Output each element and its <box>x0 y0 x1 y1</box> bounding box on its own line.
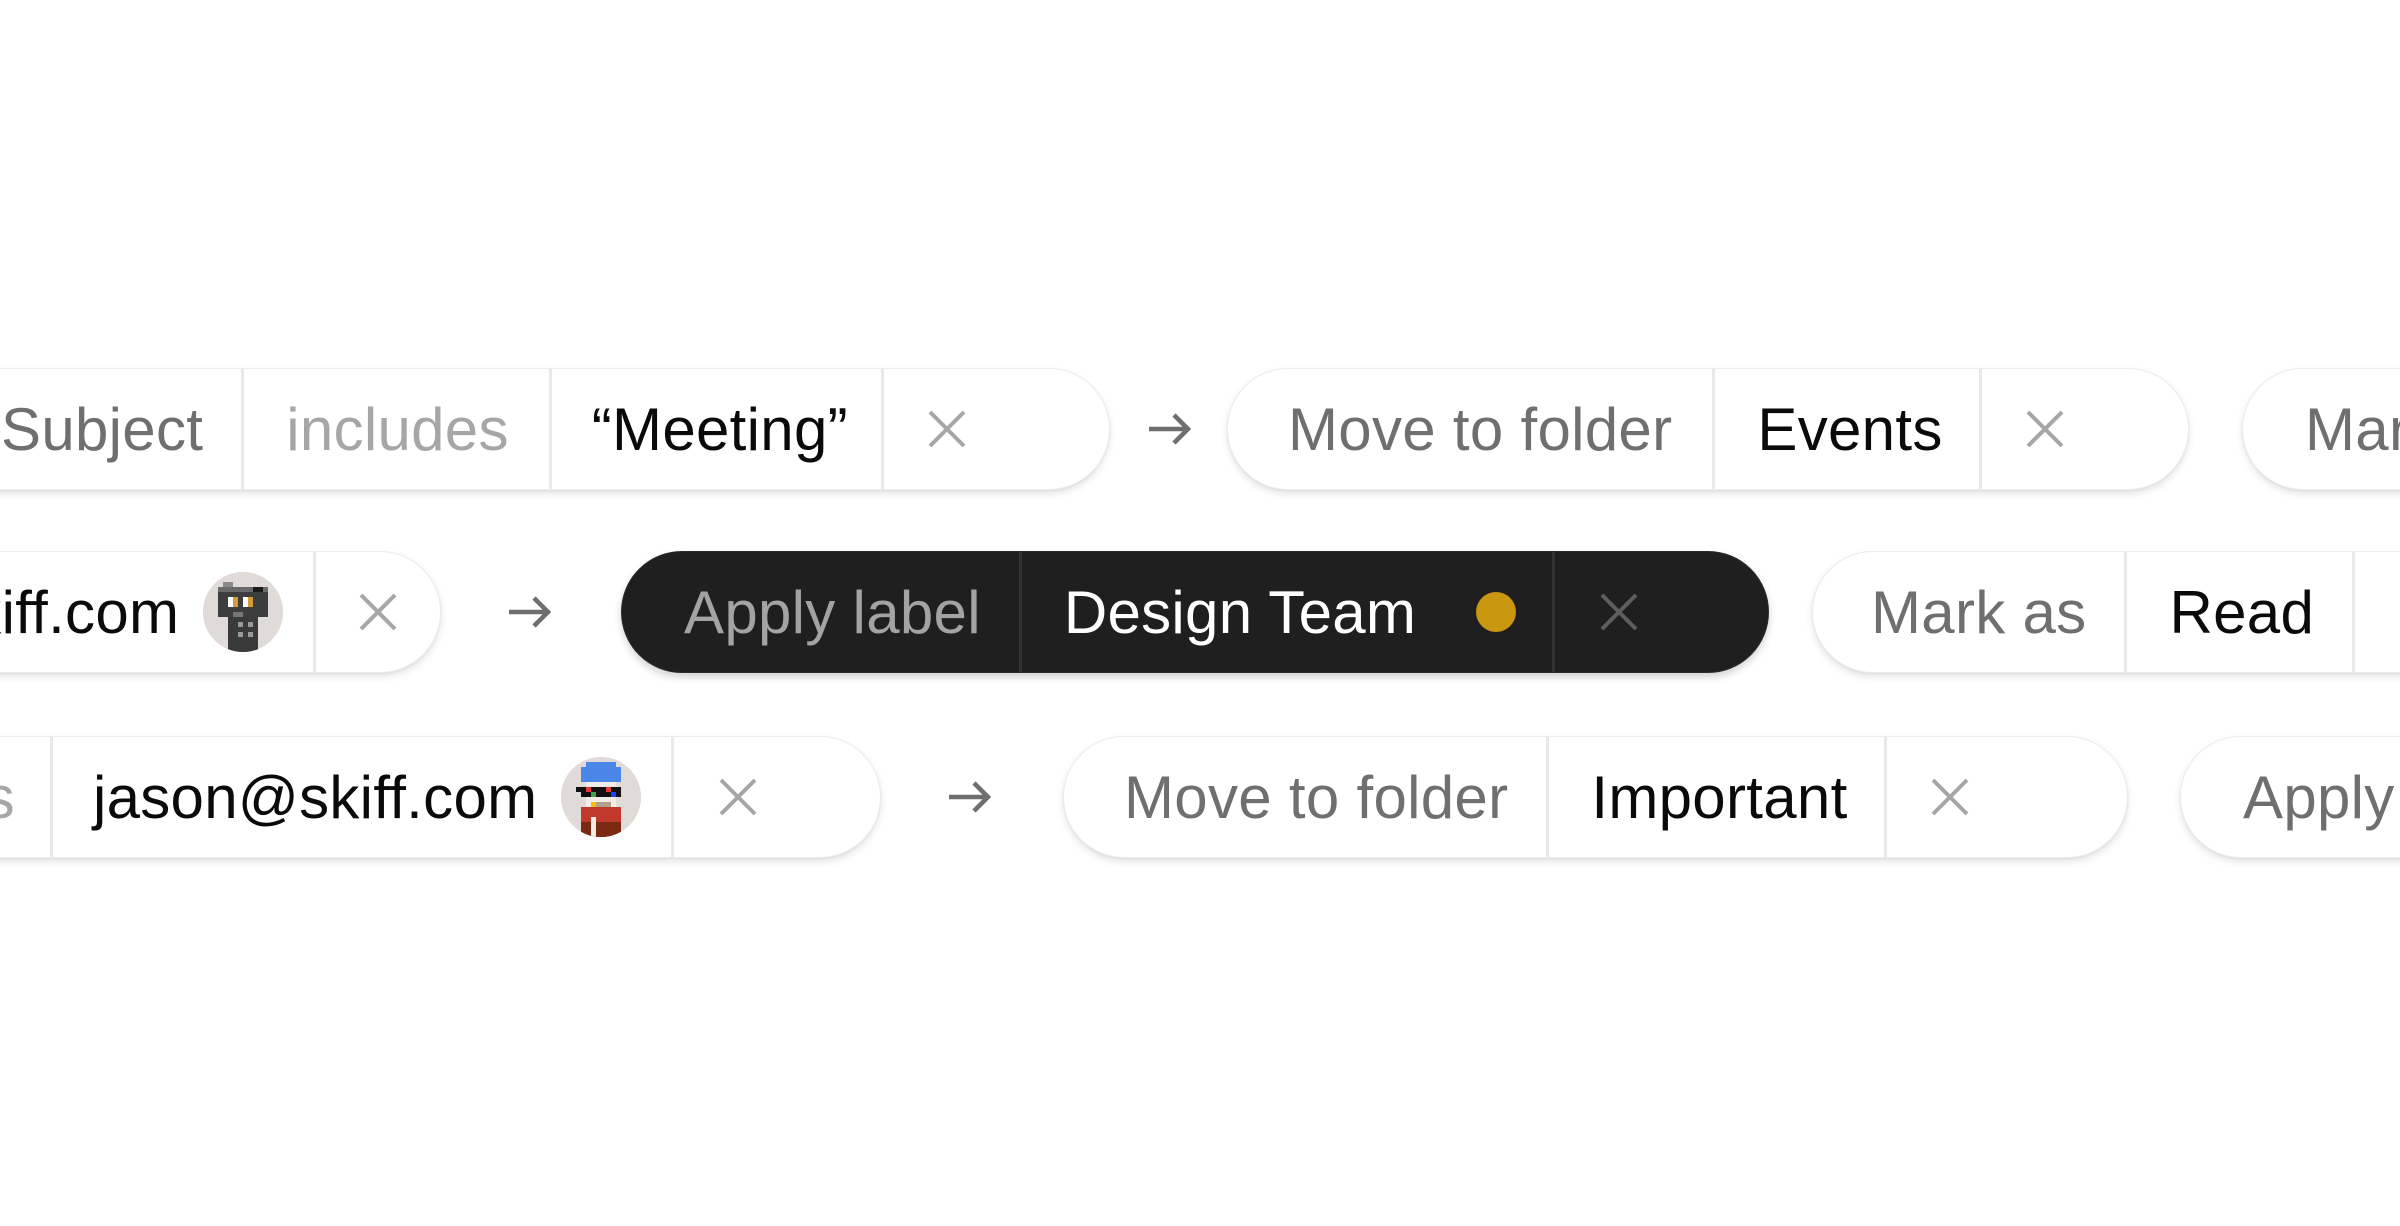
condition-operator[interactable]: includes <box>241 369 549 489</box>
next-action-verb-label: Mark as <box>2305 395 2400 463</box>
remove-condition-button[interactable] <box>671 737 801 857</box>
condition-value[interactable]: skiff.com <box>0 552 313 672</box>
action-target[interactable]: Important <box>1546 737 1883 857</box>
condition-value[interactable]: “Meeting” <box>548 369 881 489</box>
remove-next-action-button[interactable] <box>2352 552 2400 672</box>
next-action-verb[interactable]: Mark as <box>1813 552 2124 672</box>
action-verb-label: Apply label <box>684 578 981 646</box>
filter-rule-row-2: skiff.com <box>0 551 2400 675</box>
filter-rule-row-3: is jason@skiff.com <box>0 736 2400 860</box>
action-chip[interactable]: Move to folder Important <box>1063 736 2128 858</box>
action-target-label: Important <box>1591 763 1848 831</box>
action-chip-selected[interactable]: Apply label Design Team <box>621 551 1769 673</box>
condition-field[interactable]: Subject <box>0 369 241 489</box>
next-action-chip[interactable]: Mark as Read <box>1812 551 2400 673</box>
action-target[interactable]: Design Team <box>1018 552 1552 672</box>
next-action-verb-label: Mark as <box>1871 578 2087 646</box>
pixel-avatar-skull <box>561 757 642 837</box>
remove-condition-button[interactable] <box>313 552 440 672</box>
close-icon <box>1600 593 1638 631</box>
condition-value[interactable]: jason@skiff.com <box>49 737 671 857</box>
action-target-label: Design Team <box>1063 578 1417 646</box>
condition-operator[interactable]: is <box>0 737 50 857</box>
condition-field-label: Subject <box>1 395 204 463</box>
close-icon <box>1931 778 1969 816</box>
action-target[interactable]: Events <box>1712 369 1978 489</box>
close-icon <box>719 778 757 816</box>
close-icon <box>359 593 397 631</box>
action-verb[interactable]: Apply label <box>622 552 1019 672</box>
close-icon <box>2026 410 2064 448</box>
action-verb-label: Move to folder <box>1124 763 1509 831</box>
next-action-verb[interactable]: Mark as <box>2243 369 2400 489</box>
next-action-target[interactable]: Read <box>2124 552 2352 672</box>
pixel-avatar-camera <box>203 572 284 652</box>
action-verb-label: Move to folder <box>1288 395 1673 463</box>
remove-action-button[interactable] <box>1552 552 1682 672</box>
condition-value-label: jason@skiff.com <box>92 763 538 831</box>
next-action-verb-label: Apply label <box>2243 763 2400 831</box>
condition-chip[interactable]: Subject includes “Meeting” <box>0 368 1110 490</box>
arrow-right-icon <box>509 596 552 628</box>
arrow-right-icon <box>1149 413 1192 445</box>
next-action-chip[interactable]: Apply label <box>2180 736 2400 858</box>
close-icon <box>2397 590 2400 634</box>
condition-chip[interactable]: skiff.com <box>0 551 441 673</box>
arrow-right-icon <box>949 781 992 813</box>
action-verb[interactable]: Move to folder <box>1228 369 1712 489</box>
remove-action-button[interactable] <box>1978 369 2109 489</box>
label-color-dot <box>1476 592 1517 632</box>
remove-action-button[interactable] <box>1883 737 2014 857</box>
remove-condition-button[interactable] <box>880 369 1011 489</box>
avatar <box>561 757 642 837</box>
next-action-verb[interactable]: Apply label <box>2181 737 2400 857</box>
condition-operator-label: is <box>0 763 15 832</box>
avatar <box>203 572 284 652</box>
filter-rule-row-1: Subject includes “Meeting” Move to folde… <box>0 368 2400 492</box>
next-action-chip[interactable]: Mark as <box>2242 368 2400 490</box>
action-verb[interactable]: Move to folder <box>1064 737 1546 857</box>
action-target-label: Events <box>1757 395 1943 463</box>
action-chip[interactable]: Move to folder Events <box>1227 368 2189 490</box>
condition-value-label: skiff.com <box>0 578 180 646</box>
condition-chip[interactable]: is jason@skiff.com <box>0 736 881 858</box>
condition-value-label: “Meeting” <box>591 395 848 463</box>
close-icon <box>928 410 966 448</box>
condition-operator-label: includes <box>286 395 509 463</box>
next-action-target-label: Read <box>2169 578 2315 646</box>
